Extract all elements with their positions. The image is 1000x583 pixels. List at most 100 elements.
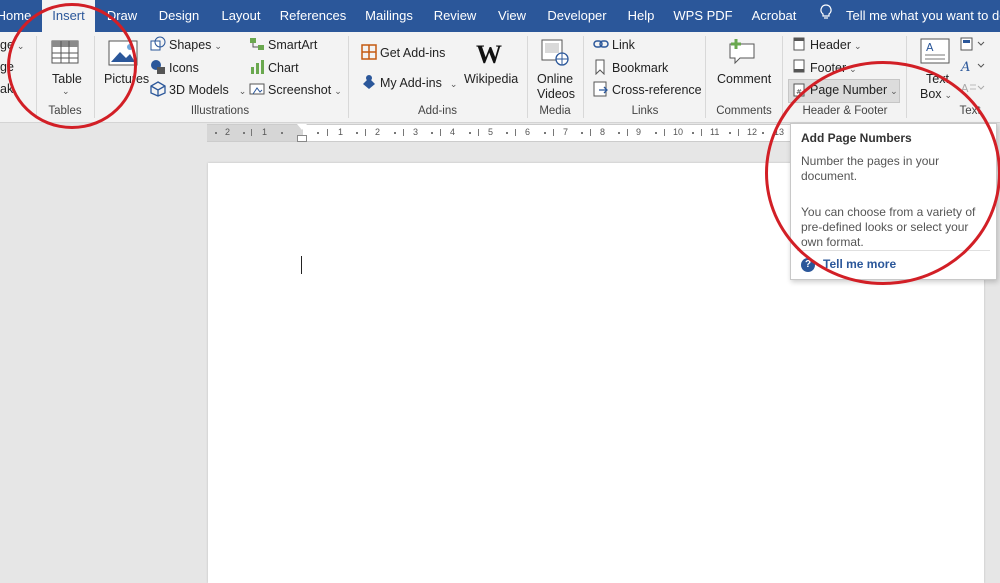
ruler-number: 10	[673, 127, 684, 137]
bookmark-button[interactable]: Bookmark	[612, 61, 668, 75]
wikipedia-icon: W	[476, 40, 502, 69]
smartart-icon	[249, 36, 265, 55]
page-number-label: Page Number ⌄	[810, 83, 898, 97]
ruler-number: 3	[413, 127, 419, 137]
ruler-number: 11	[710, 127, 720, 137]
icons-button[interactable]: Icons	[169, 61, 199, 75]
svg-text:A: A	[960, 60, 970, 73]
table-icon	[51, 40, 79, 67]
screenshot-icon	[249, 81, 265, 100]
tab-developer[interactable]: Developer	[542, 0, 612, 32]
screenshot-button[interactable]: Screenshot ⌄	[268, 83, 342, 97]
text-cursor	[301, 256, 302, 274]
quick-parts-icon[interactable]	[960, 37, 986, 54]
tooltip-description: Number the pages in your document.	[801, 154, 940, 183]
ruler-number: 5	[488, 127, 494, 137]
3d-models-button[interactable]: 3D Models ⌄	[169, 83, 246, 97]
chart-button[interactable]: Chart	[268, 61, 299, 75]
tab-design[interactable]: Design	[152, 0, 206, 32]
link-button[interactable]: Link	[612, 38, 635, 52]
tab-layout[interactable]: Layout	[214, 0, 268, 32]
get-add-ins-button[interactable]: Get Add-ins	[380, 46, 445, 60]
bookmark-icon	[593, 59, 607, 78]
page-break-button-partial[interactable]: ak	[0, 82, 13, 96]
online-videos-button-line2[interactable]: Videos	[537, 87, 575, 101]
first-line-indent-marker[interactable]	[297, 124, 307, 130]
my-add-ins-button[interactable]: My Add-ins ⌄	[380, 76, 457, 90]
ruler-number: 13	[774, 127, 785, 137]
ruler-number: 2	[225, 127, 231, 137]
lightbulb-icon	[820, 0, 834, 32]
tab-review[interactable]: Review	[428, 0, 482, 32]
ruler-margin-left	[207, 125, 303, 141]
header-icon	[793, 37, 805, 54]
ribbon-separator	[906, 36, 907, 118]
my-add-ins-icon	[361, 74, 377, 93]
tab-draw[interactable]: Draw	[100, 0, 144, 32]
shapes-icon	[150, 36, 166, 55]
text-box-icon: A	[920, 38, 950, 67]
cross-reference-button[interactable]: Cross-reference	[612, 83, 702, 97]
3d-models-icon	[150, 81, 166, 100]
comment-icon	[728, 38, 758, 69]
pictures-button[interactable]: Pictures	[104, 72, 149, 86]
text-box-button-line2[interactable]: Box ⌄	[920, 87, 952, 101]
tab-mailings[interactable]: Mailings	[358, 0, 420, 32]
ribbon-separator	[348, 36, 349, 118]
link-icon	[593, 37, 609, 54]
ribbon-tab-bar: Home Insert Draw Design Layout Reference…	[0, 0, 1000, 32]
tab-insert[interactable]: Insert	[42, 0, 95, 32]
ribbon-separator	[36, 36, 37, 118]
tooltip-title: Add Page Numbers	[801, 131, 912, 145]
chart-icon	[249, 59, 265, 78]
text-box-button-line1[interactable]: Text	[926, 72, 949, 86]
ruler-number: 1	[262, 127, 268, 137]
cross-reference-icon	[593, 81, 609, 100]
online-videos-icon	[541, 38, 569, 69]
tell-me-search[interactable]: Tell me what you want to do	[820, 0, 1000, 32]
tab-references[interactable]: References	[276, 0, 350, 32]
group-label-header-footer: Header & Footer	[802, 105, 888, 117]
header-button[interactable]: Header ⌄	[810, 38, 862, 52]
group-label-comments: Comments	[716, 105, 772, 117]
ruler-number: 2	[375, 127, 381, 137]
group-label-tables: Tables	[48, 105, 82, 117]
icons-icon	[150, 59, 166, 78]
svg-text:A: A	[961, 82, 969, 95]
ruler-number: 7	[563, 127, 569, 137]
ribbon-insert: ge ⌄ ge ak Table ⌄ Tables Pictures Shapes…	[0, 32, 1000, 123]
tooltip-divider	[797, 250, 990, 251]
tab-acrobat[interactable]: Acrobat	[744, 0, 804, 32]
help-icon: ?	[801, 257, 815, 272]
cover-page-button-partial[interactable]: ge ⌄	[0, 38, 24, 52]
table-dropdown-icon[interactable]: ⌄	[62, 86, 70, 97]
ruler-number: 12	[747, 127, 758, 137]
ribbon-separator	[782, 36, 783, 118]
footer-button[interactable]: Footer ⌄	[810, 61, 857, 75]
left-indent-marker[interactable]	[297, 135, 307, 142]
pictures-icon	[108, 40, 138, 69]
footer-icon	[793, 59, 805, 76]
ribbon-separator	[94, 36, 95, 118]
tell-me-more-link[interactable]: ? Tell me more	[801, 257, 896, 272]
drop-cap-icon[interactable]: A	[960, 81, 986, 98]
wikipedia-button[interactable]: Wikipedia	[464, 72, 518, 86]
group-label-links: Links	[631, 105, 659, 117]
ribbon-separator	[705, 36, 706, 118]
tab-wps-pdf[interactable]: WPS PDF	[670, 0, 736, 32]
tab-help[interactable]: Help	[620, 0, 662, 32]
table-button[interactable]: Table	[52, 72, 82, 86]
online-videos-button-line1[interactable]: Online	[537, 72, 573, 86]
wordart-icon[interactable]: A	[960, 59, 986, 76]
shapes-button[interactable]: Shapes ⌄	[169, 38, 222, 52]
ribbon-separator	[583, 36, 584, 118]
tell-me-text: Tell me what you want to do	[846, 8, 1000, 23]
comment-button[interactable]: Comment	[717, 72, 771, 86]
horizontal-ruler[interactable]: 2 1 1 2 3 4 5 6 7 8 9 10 11 12 13	[207, 124, 790, 142]
svg-text:A: A	[926, 41, 934, 54]
tab-view[interactable]: View	[490, 0, 534, 32]
tooltip-details: You can choose from a variety of pre-def…	[801, 205, 976, 249]
tab-home[interactable]: Home	[0, 0, 34, 32]
blank-page-button-partial[interactable]: ge	[0, 60, 14, 74]
smartart-button[interactable]: SmartArt	[268, 38, 317, 52]
